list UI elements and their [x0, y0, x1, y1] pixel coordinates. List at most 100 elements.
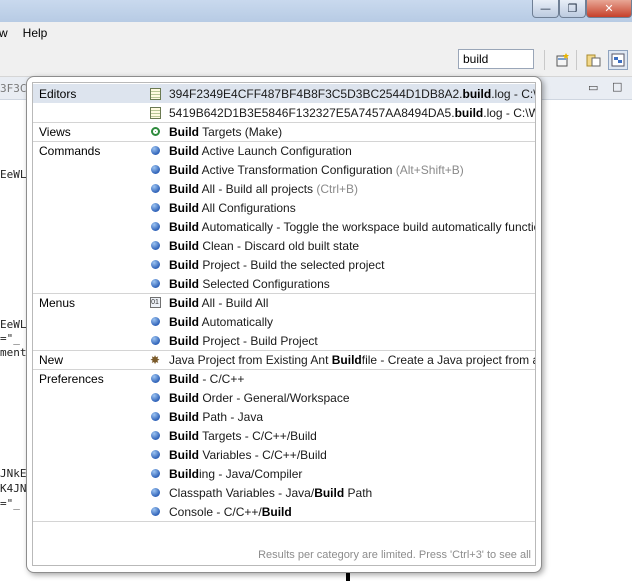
result-label: 5419B642D1B3E5846F132327E5A7457AA8494DA5…	[169, 105, 535, 120]
code-line: ment	[0, 346, 27, 359]
category-label: Views	[39, 124, 71, 139]
menu-help[interactable]: Help	[23, 26, 55, 40]
preference-icon	[149, 468, 161, 480]
result-label: Build Targets - C/C++/Build	[169, 428, 317, 443]
category-label: Preferences	[39, 371, 104, 386]
toolbar: build	[0, 44, 632, 77]
result-row-preference[interactable]: Build Order - General/Workspace	[33, 388, 535, 407]
window-title-bar: — ❐ ✕	[0, 0, 632, 22]
result-row-new[interactable]: New ✸ Java Project from Existing Ant Bui…	[33, 350, 536, 369]
log-file-icon	[149, 106, 161, 119]
result-row-preference[interactable]: Console - C/C++/Build	[33, 502, 535, 521]
result-row-editor[interactable]: Editors 394F2349E4CFF487BF4B8F3C5D3BC254…	[33, 84, 536, 103]
result-label: Build All - Build all projects (Ctrl+B)	[169, 181, 359, 196]
code-line: JNkE	[0, 467, 27, 480]
preference-icon	[149, 373, 161, 385]
result-label: Build Automatically - Toggle the workspa…	[169, 219, 536, 234]
wizard-icon: ✸	[149, 352, 161, 367]
result-row-command[interactable]: Build Automatically - Toggle the workspa…	[33, 217, 536, 236]
command-icon	[149, 278, 161, 290]
toolbar-separator	[576, 50, 577, 70]
toolbar-separator	[544, 50, 545, 70]
code-line: EeWL	[0, 318, 27, 331]
menu-icon	[149, 335, 161, 347]
category-label: Editors	[39, 86, 77, 101]
result-label: Build All - Build All	[169, 295, 269, 310]
quick-access-results: Editors 394F2349E4CFF487BF4B8F3C5D3BC254…	[32, 82, 536, 566]
result-row-view[interactable]: Views Build Targets (Make)	[33, 122, 535, 141]
result-label: Build Active Launch Configuration	[169, 143, 352, 158]
category-label: Commands	[39, 143, 101, 158]
target-view-icon	[149, 126, 161, 138]
result-row-command[interactable]: Build All Configurations	[33, 198, 535, 217]
result-row-editor[interactable]: 5419B642D1B3E5846F132327E5A7457AA8494DA5…	[33, 103, 535, 122]
menu-bar: w Help	[0, 22, 632, 44]
preference-icon	[149, 449, 161, 461]
editor-tab-fragment: 3F3C	[0, 82, 27, 95]
preference-icon	[149, 392, 161, 404]
result-label: 394F2349E4CFF487BF4B8F3C5D3BC2544D1DB8A2…	[169, 86, 536, 101]
command-icon	[149, 259, 161, 271]
result-label: Build Selected Configurations	[169, 276, 330, 291]
log-file-icon	[149, 87, 161, 100]
view-maximize-icon[interactable]: □	[612, 80, 622, 93]
result-label: Build Targets (Make)	[169, 124, 283, 139]
category-label: Menus	[39, 295, 76, 310]
result-row-menu[interactable]: Build Automatically	[33, 312, 535, 331]
build-all-menu-icon: 01	[149, 297, 161, 308]
result-row-preference[interactable]: Building - Java/Compiler	[33, 464, 535, 483]
command-icon	[149, 240, 161, 252]
code-line: K4JN	[0, 482, 27, 495]
maximize-button[interactable]: ❐	[559, 0, 586, 18]
result-label: Build Order - General/Workspace	[169, 390, 350, 405]
command-icon	[149, 221, 161, 233]
preference-icon	[149, 487, 161, 499]
result-row-command[interactable]: Build Selected Configurations	[33, 274, 535, 293]
result-row-command[interactable]: Build Active Transformation Configuratio…	[33, 160, 535, 179]
result-label: Build Clean - Discard old built state	[169, 238, 360, 253]
view-minimize-icon[interactable]: ▭	[588, 81, 598, 94]
result-row-menu[interactable]: Build Project - Build Project	[33, 331, 535, 350]
menu-window[interactable]: w	[0, 26, 23, 40]
category-label: New	[39, 352, 64, 367]
code-line: ="_	[0, 332, 20, 345]
quick-access-input[interactable]: build	[458, 49, 534, 69]
result-label: Build All Configurations	[169, 200, 296, 215]
result-label: Build Project - Build the selected proje…	[169, 257, 385, 272]
code-line: EeWL	[0, 168, 27, 181]
result-label: Building - Java/Compiler	[169, 466, 303, 481]
preference-icon	[149, 506, 161, 518]
result-row-command[interactable]: Commands Build Active Launch Configurati…	[33, 141, 535, 160]
result-row-command[interactable]: Build Clean - Discard old built state	[33, 236, 535, 255]
result-row-menu[interactable]: Menus 01 Build All - Build All	[33, 293, 535, 312]
result-row-preference[interactable]: Build Variables - C/C++/Build	[33, 445, 535, 464]
result-row-command[interactable]: Build All - Build all projects (Ctrl+B)	[33, 179, 535, 198]
command-icon	[149, 145, 161, 157]
result-label: Java Project from Existing Ant Buildfile…	[169, 352, 536, 367]
menu-icon	[149, 316, 161, 328]
close-button[interactable]: ✕	[586, 0, 632, 18]
result-row-preference[interactable]: Classpath Variables - Java/Build Path	[33, 483, 535, 502]
category-divider	[33, 521, 535, 522]
result-label: Console - C/C++/Build	[169, 504, 292, 519]
result-label: Classpath Variables - Java/Build Path	[169, 485, 373, 500]
code-line: ="_	[0, 497, 20, 510]
new-perspective-icon[interactable]	[554, 51, 572, 69]
command-icon	[149, 164, 161, 176]
resource-perspective-icon[interactable]	[585, 51, 603, 69]
results-limit-note: Results per category are limited. Press …	[258, 549, 531, 561]
preference-icon	[149, 430, 161, 442]
result-label: Build Active Transformation Configuratio…	[169, 162, 464, 177]
result-label: Build Path - Java	[169, 409, 264, 424]
result-row-preference[interactable]: Build Targets - C/C++/Build	[33, 426, 535, 445]
result-label: Build Project - Build Project	[169, 333, 318, 348]
result-row-preference[interactable]: Build Path - Java	[33, 407, 535, 426]
minimize-button[interactable]: —	[532, 0, 559, 18]
preference-icon	[149, 411, 161, 423]
result-row-preference[interactable]: Preferences Build - C/C++	[33, 369, 535, 388]
result-row-command[interactable]: Build Project - Build the selected proje…	[33, 255, 535, 274]
cpp-perspective-icon[interactable]	[608, 50, 628, 70]
command-icon	[149, 202, 161, 214]
result-label: Build Variables - C/C++/Build	[169, 447, 327, 462]
result-label: Build - C/C++	[169, 371, 245, 386]
